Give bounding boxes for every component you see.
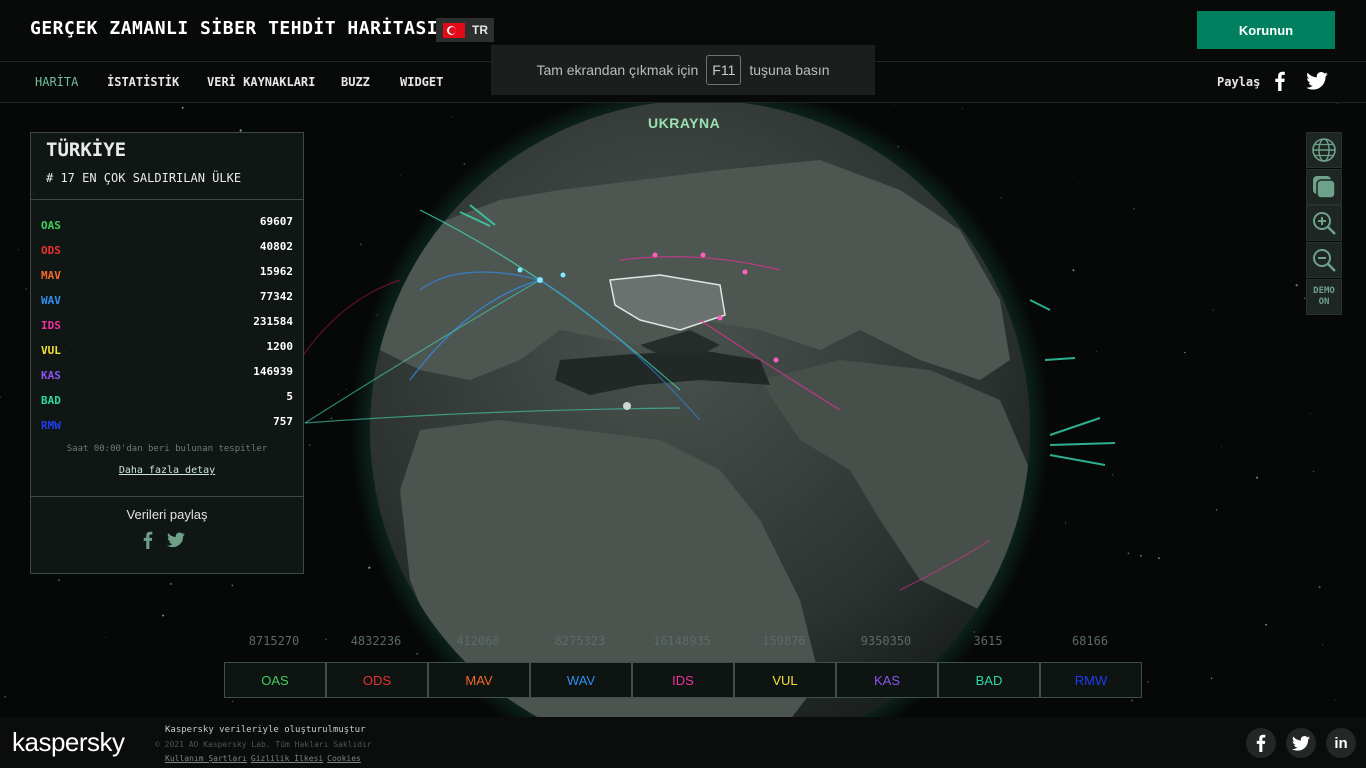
linkedin-icon: in: [1334, 734, 1348, 752]
stat-row-oas: OAS 69607: [41, 215, 293, 235]
stat-code: VUL: [41, 344, 61, 357]
twitter-icon[interactable]: [1306, 72, 1328, 90]
stat-row-mav: MAV 15962: [41, 265, 293, 285]
threat-count-mav: 412068: [456, 634, 500, 648]
stat-value: 69607: [259, 215, 293, 228]
stat-value: 1200: [266, 340, 294, 353]
threat-count-ods: 4832236: [350, 634, 402, 648]
stat-code: OAS: [41, 219, 61, 232]
demo-label: DEMO: [1313, 286, 1335, 296]
nav-item-statistics[interactable]: İSTATİSTİK: [107, 75, 179, 89]
footer-links: Kullanım Şartları Gizlilik İlkesi Cookies: [165, 754, 365, 763]
facebook-icon[interactable]: [1273, 71, 1287, 91]
highlighted-country-label: UKRAYNA: [648, 115, 721, 131]
footer-credit: Kaspersky verileriyle oluşturulmuştur: [165, 725, 366, 735]
footer: kaspersky Kaspersky verileriyle oluşturu…: [0, 717, 1366, 768]
protect-button[interactable]: Korunun: [1197, 11, 1335, 49]
share-label: Paylaş: [1217, 75, 1261, 89]
stat-value: 15962: [259, 265, 293, 278]
threat-count-ids: 16148935: [653, 634, 711, 648]
stat-code: ODS: [41, 244, 61, 257]
twitter-icon[interactable]: [167, 532, 185, 548]
threat-filter-vul[interactable]: VUL: [734, 662, 836, 698]
stat-value: 77342: [259, 290, 293, 303]
panel-rank-text: # 17 EN ÇOK SALDIRILAN ÜLKE: [46, 171, 242, 185]
threat-count-wav: 8275323: [554, 634, 606, 648]
threat-filter-ids[interactable]: IDS: [632, 662, 734, 698]
turkey-flag-icon: [443, 22, 465, 38]
threat-count-kas: 9350350: [860, 634, 912, 648]
threat-count-rmw: 68166: [1071, 634, 1109, 648]
nav-item-widget[interactable]: WIDGET: [400, 75, 443, 89]
panel-country-name: TÜRKİYE: [46, 139, 127, 161]
country-stats-panel: TÜRKİYE # 17 EN ÇOK SALDIRILAN ÜLKE Saat…: [30, 132, 304, 574]
share-data-title: Verileri paylaş: [126, 507, 208, 522]
threat-filter-rmw[interactable]: RMW: [1040, 662, 1142, 698]
threat-count-bad: 3615: [973, 634, 1003, 648]
threat-count-oas: 8715270: [248, 634, 300, 648]
globe-view-button[interactable]: [1306, 132, 1342, 168]
stat-row-vul: VUL 1200: [41, 340, 293, 360]
threat-filter-wav[interactable]: WAV: [530, 662, 632, 698]
nav-item-map[interactable]: HARİTA: [35, 75, 78, 89]
stat-row-kas: KAS 146939: [41, 365, 293, 385]
threat-count-vul: 159876: [762, 634, 806, 648]
demo-state-label: ON: [1318, 297, 1330, 307]
demo-toggle-button[interactable]: DEMO ON: [1306, 279, 1342, 315]
facebook-icon[interactable]: [143, 531, 153, 549]
more-details-link[interactable]: Daha fazla detay: [31, 465, 303, 476]
panel-divider: [31, 199, 303, 200]
kaspersky-logo[interactable]: kaspersky: [12, 727, 125, 758]
toast-text-before: Tam ekrandan çıkmak için: [536, 62, 699, 78]
stat-code: WAV: [41, 294, 61, 307]
stat-row-ids: IDS 231584: [41, 315, 293, 335]
facebook-icon: [1256, 734, 1266, 752]
footer-twitter-button[interactable]: [1286, 728, 1316, 758]
globe-icon: [1312, 138, 1336, 162]
page-title: GERÇEK ZAMANLI SİBER TEHDİT HARİTASI: [30, 18, 439, 39]
terms-link[interactable]: Kullanım Şartları: [165, 754, 247, 763]
stat-code: KAS: [41, 369, 61, 382]
toast-text-after: tuşuna basın: [749, 62, 830, 78]
stat-value: 146939: [253, 365, 293, 378]
stat-code: IDS: [41, 319, 61, 332]
twitter-icon: [1292, 735, 1310, 751]
zoom-out-icon: [1313, 249, 1336, 272]
language-code: TR: [472, 23, 488, 37]
stat-code: MAV: [41, 269, 61, 282]
zoom-in-icon: [1313, 212, 1336, 235]
stat-value: 40802: [259, 240, 293, 253]
fullscreen-toast: Tam ekrandan çıkmak için F11 tuşuna bası…: [491, 45, 875, 95]
threat-filter-kas[interactable]: KAS: [836, 662, 938, 698]
zoom-in-button[interactable]: [1306, 205, 1342, 241]
stat-code: BAD: [41, 394, 61, 407]
cookies-link[interactable]: Cookies: [327, 754, 361, 763]
stat-row-ods: ODS 40802: [41, 240, 293, 260]
stat-value: 231584: [253, 315, 293, 328]
threat-filter-oas[interactable]: OAS: [224, 662, 326, 698]
footer-copyright: © 2021 AO Kaspersky Lab. Tüm Hakları Sak…: [155, 740, 372, 749]
threat-filter-ods[interactable]: ODS: [326, 662, 428, 698]
panel-divider: [31, 496, 303, 497]
language-selector[interactable]: TR: [436, 18, 494, 42]
nav-item-data-sources[interactable]: VERİ KAYNAKLARI: [207, 75, 315, 89]
stat-row-wav: WAV 77342: [41, 290, 293, 310]
footer-facebook-button[interactable]: [1246, 728, 1276, 758]
threat-filter-bad[interactable]: BAD: [938, 662, 1040, 698]
privacy-link[interactable]: Gizlilik İlkesi: [251, 754, 323, 763]
flat-view-button[interactable]: [1306, 169, 1342, 205]
zoom-out-button[interactable]: [1306, 242, 1342, 278]
detections-note: Saat 00:00'dan beri bulunan tespitler: [66, 444, 268, 454]
threat-filter-mav[interactable]: MAV: [428, 662, 530, 698]
stat-row-rmw: RMW 757: [41, 415, 293, 435]
nav-item-buzz[interactable]: BUZZ: [341, 75, 370, 89]
stat-value: 757: [273, 415, 293, 428]
layers-icon: [1313, 176, 1336, 199]
f11-key: F11: [706, 55, 742, 85]
stat-code: RMW: [41, 419, 61, 432]
footer-linkedin-button[interactable]: in: [1326, 728, 1356, 758]
stat-row-bad: BAD 5: [41, 390, 293, 410]
stat-value: 5: [286, 390, 293, 403]
